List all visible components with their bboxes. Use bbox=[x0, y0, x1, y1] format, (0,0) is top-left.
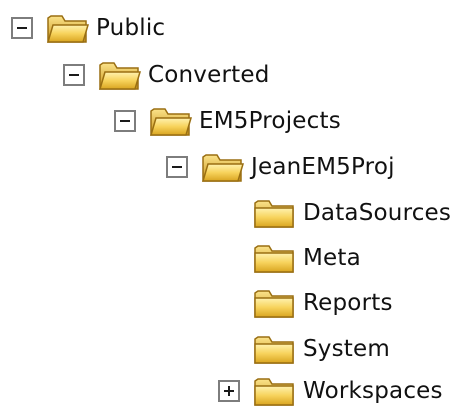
tree-node-label[interactable]: EM5Projects bbox=[199, 108, 341, 134]
tree-node-public[interactable]: Public bbox=[11, 9, 165, 47]
tree-node-label[interactable]: Public bbox=[96, 15, 165, 41]
collapse-icon[interactable] bbox=[63, 64, 85, 86]
folder-open-icon bbox=[201, 154, 244, 182]
folder-icon bbox=[254, 336, 294, 364]
expand-icon[interactable] bbox=[218, 380, 240, 402]
collapse-icon[interactable] bbox=[166, 156, 188, 178]
folder-icon bbox=[254, 290, 294, 318]
tree-node-system[interactable]: System bbox=[252, 330, 390, 368]
folder-icon bbox=[254, 245, 294, 273]
collapse-icon[interactable] bbox=[114, 110, 136, 132]
tree-node-label[interactable]: JeanEM5Proj bbox=[251, 154, 395, 180]
tree-node-datasources[interactable]: DataSources bbox=[252, 194, 451, 232]
tree-node-reports[interactable]: Reports bbox=[252, 284, 393, 322]
collapse-icon[interactable] bbox=[11, 17, 33, 39]
folder-tree: Public Converted EM5Projects JeanEM5Proj… bbox=[0, 0, 474, 409]
folder-open-icon bbox=[46, 15, 89, 43]
tree-node-workspaces[interactable]: Workspaces bbox=[218, 372, 443, 410]
tree-node-meta[interactable]: Meta bbox=[252, 239, 361, 277]
folder-open-icon bbox=[149, 108, 192, 136]
tree-node-converted[interactable]: Converted bbox=[63, 56, 270, 94]
tree-node-label[interactable]: DataSources bbox=[303, 200, 451, 226]
tree-node-label[interactable]: Reports bbox=[303, 290, 393, 316]
tree-node-label[interactable]: Converted bbox=[148, 62, 270, 88]
tree-node-label[interactable]: Meta bbox=[303, 245, 361, 271]
tree-node-em5projects[interactable]: EM5Projects bbox=[114, 102, 341, 140]
tree-node-label[interactable]: Workspaces bbox=[303, 378, 443, 404]
tree-node-jeanem5proj[interactable]: JeanEM5Proj bbox=[166, 148, 395, 186]
tree-node-label[interactable]: System bbox=[303, 336, 390, 362]
folder-open-icon bbox=[98, 62, 141, 90]
folder-icon bbox=[254, 378, 294, 406]
folder-icon bbox=[254, 200, 294, 228]
